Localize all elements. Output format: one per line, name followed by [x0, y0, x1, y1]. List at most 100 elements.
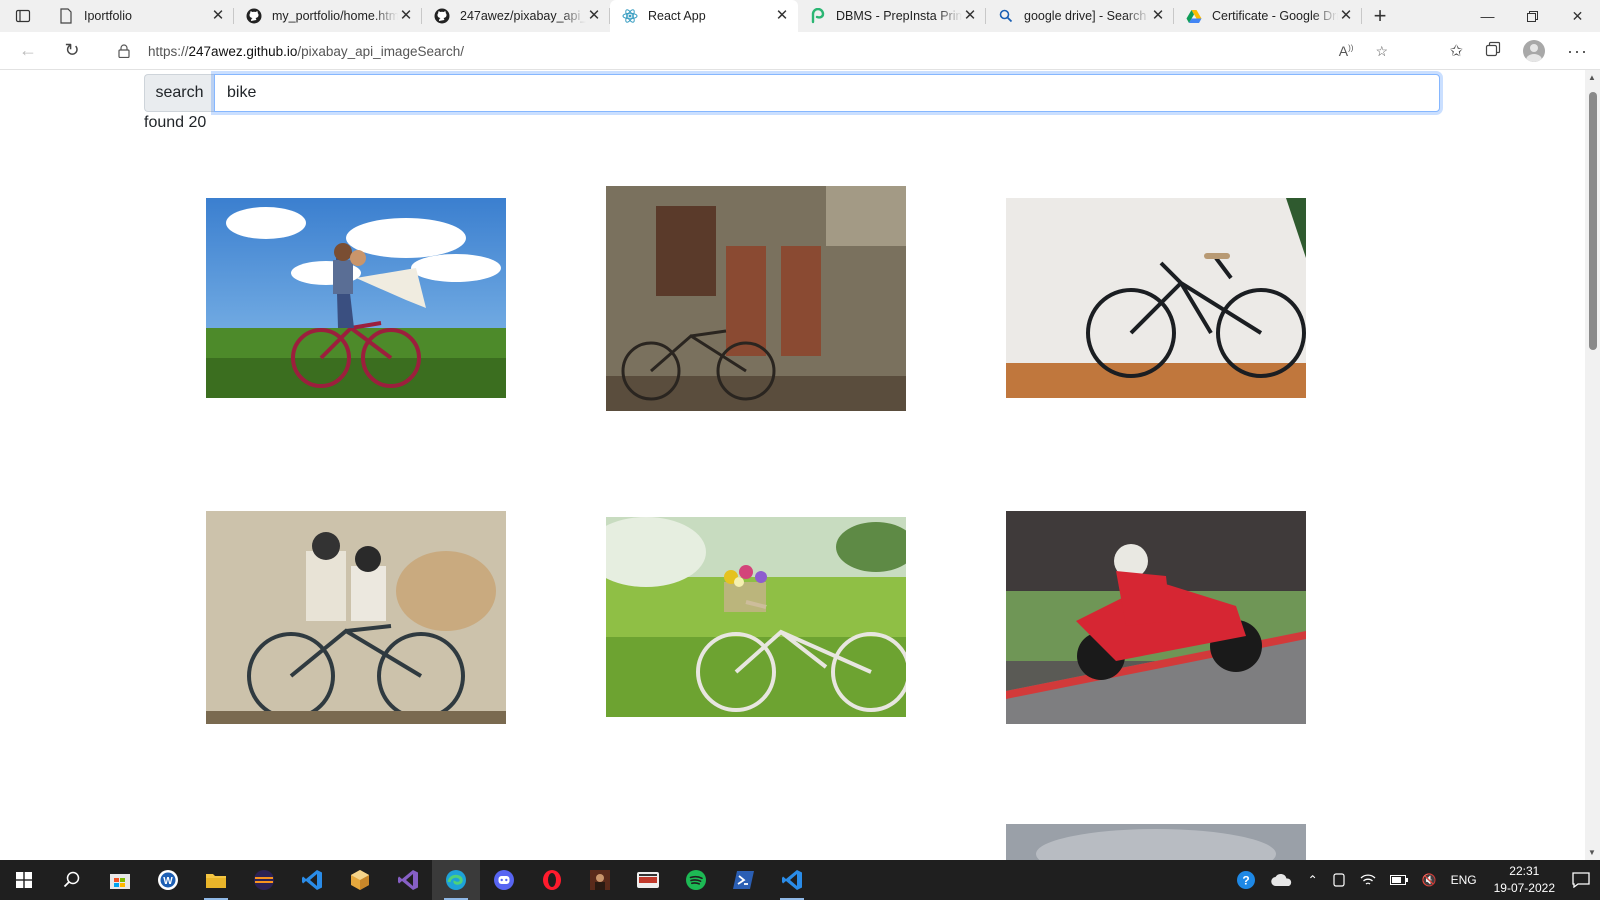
profile-avatar[interactable]: [1523, 40, 1546, 62]
tab-actions-button[interactable]: [0, 0, 46, 32]
tab-github-repo[interactable]: 247awez/pixabay_api_imageSearch ✕: [422, 0, 610, 32]
language-indicator[interactable]: ENG: [1444, 873, 1484, 887]
close-window-button[interactable]: ✕: [1555, 0, 1600, 32]
close-tab-icon[interactable]: ✕: [1150, 8, 1166, 24]
eclipse-icon[interactable]: [240, 860, 288, 900]
volume-muted-icon[interactable]: 🔇: [1415, 873, 1444, 887]
search-group: search: [144, 74, 1440, 112]
tab-title: Iportfolio: [84, 9, 132, 23]
address-bar[interactable]: https://247awez.github.io/pixabay_api_im…: [100, 36, 1398, 66]
tab-search[interactable]: google drive] - Search ✕: [986, 0, 1174, 32]
tab-title: 247awez/pixabay_api_imageSearch: [460, 9, 586, 23]
url-scheme: https://: [148, 43, 189, 59]
vscode-icon[interactable]: [768, 860, 816, 900]
clock-date: 19-07-2022: [1493, 881, 1555, 895]
file-explorer-icon[interactable]: [192, 860, 240, 900]
clock-time: 22:31: [1509, 864, 1540, 878]
search-icon[interactable]: [48, 860, 96, 900]
github-icon: [434, 8, 450, 24]
page-viewport: search found 20: [0, 70, 1585, 860]
minimize-button[interactable]: —: [1465, 0, 1510, 32]
chevron-up-icon[interactable]: ⌃: [1301, 873, 1325, 887]
new-tab-button[interactable]: +: [1362, 0, 1398, 32]
back-arrow-icon: ←: [19, 40, 37, 60]
photo-app-icon[interactable]: [576, 860, 624, 900]
tab-google-drive[interactable]: Certificate - Google Drive ✕: [1174, 0, 1362, 32]
more-options-icon[interactable]: ···: [1567, 41, 1588, 62]
tab-title: my_portfolio/home.html: [272, 9, 398, 23]
notifications-icon[interactable]: [1565, 872, 1600, 888]
search-input[interactable]: [214, 74, 1440, 112]
battery-icon[interactable]: [1383, 875, 1415, 885]
edge-icon[interactable]: [432, 860, 480, 900]
store-icon[interactable]: [96, 860, 144, 900]
close-tab-icon[interactable]: ✕: [1338, 8, 1354, 24]
page-icon: [58, 8, 74, 24]
url-host: 247awez.github.io: [188, 43, 298, 59]
lock-icon: [112, 44, 136, 58]
close-tab-icon[interactable]: ✕: [586, 8, 602, 24]
tab-github-portfolio[interactable]: my_portfolio/home.html ✕: [234, 0, 422, 32]
taskbar: W ? ⌃ 🔇 ENG 22:31 19-07-2022: [0, 860, 1600, 900]
media-app-icon[interactable]: [624, 860, 672, 900]
window-controls: — ✕: [1465, 0, 1600, 32]
close-icon: ✕: [1571, 7, 1584, 24]
discord-icon[interactable]: [480, 860, 528, 900]
meet-now-icon[interactable]: [1325, 873, 1353, 887]
close-tab-icon[interactable]: ✕: [398, 8, 414, 24]
result-image[interactable]: [206, 198, 506, 398]
tab-iportfolio[interactable]: Iportfolio ✕: [46, 0, 234, 32]
github-icon: [246, 8, 262, 24]
plus-icon: +: [1373, 3, 1387, 28]
google-drive-icon: [1186, 8, 1202, 24]
refresh-icon: ↻: [64, 40, 80, 60]
scrollbar-thumb[interactable]: [1589, 92, 1597, 350]
browser-toolbar: ← ↻ https://247awez.github.io/pixabay_ap…: [0, 32, 1600, 70]
read-aloud-icon[interactable]: A)): [1339, 43, 1354, 60]
result-image[interactable]: [1006, 511, 1306, 724]
tab-title: Certificate - Google Drive: [1212, 9, 1338, 23]
page-scrollbar[interactable]: ▲ ▼: [1585, 70, 1600, 860]
visual-studio-icon[interactable]: [384, 860, 432, 900]
svg-text:W: W: [163, 876, 173, 887]
windows-start-icon[interactable]: [0, 860, 48, 900]
svg-text:?: ?: [1242, 874, 1249, 888]
clock[interactable]: 22:31 19-07-2022: [1484, 863, 1565, 897]
close-tab-icon[interactable]: ✕: [962, 8, 978, 24]
result-image[interactable]: [206, 511, 506, 724]
result-image[interactable]: [1006, 198, 1306, 398]
tab-title: google drive] - Search: [1024, 9, 1147, 23]
back-button[interactable]: ←: [6, 32, 50, 70]
collections-icon[interactable]: [1485, 41, 1501, 62]
tab-title: DBMS - PrepInsta Prime: [836, 9, 962, 23]
spotify-icon[interactable]: [672, 860, 720, 900]
search-label: search: [144, 74, 214, 112]
result-image[interactable]: [606, 517, 906, 717]
cube-app-icon[interactable]: [336, 860, 384, 900]
refresh-button[interactable]: ↻: [50, 32, 94, 70]
close-tab-icon[interactable]: ✕: [210, 8, 226, 24]
word-icon[interactable]: W: [144, 860, 192, 900]
url-path: /pixabay_api_imageSearch/: [297, 43, 464, 59]
close-tab-icon[interactable]: ✕: [774, 8, 790, 24]
wifi-icon[interactable]: [1353, 873, 1383, 887]
scroll-down-icon[interactable]: ▼: [1588, 848, 1596, 857]
help-icon[interactable]: ?: [1229, 870, 1263, 890]
result-image[interactable]: [1006, 824, 1306, 860]
tab-react-app[interactable]: React App ✕: [610, 0, 798, 32]
powershell-icon[interactable]: [720, 860, 768, 900]
vscode-icon[interactable]: [288, 860, 336, 900]
onedrive-icon[interactable]: [1263, 873, 1301, 887]
result-image[interactable]: [606, 186, 906, 411]
browser-tab-strip: Iportfolio ✕ my_portfolio/home.html ✕ 24…: [0, 0, 1600, 32]
restore-icon: [1527, 10, 1538, 22]
restore-button[interactable]: [1510, 0, 1555, 32]
react-icon: [622, 8, 638, 24]
scroll-up-icon[interactable]: ▲: [1588, 73, 1596, 82]
opera-icon[interactable]: [528, 860, 576, 900]
search-icon: [998, 8, 1014, 24]
prepinsta-icon: [810, 8, 826, 24]
tab-prepinsta[interactable]: DBMS - PrepInsta Prime ✕: [798, 0, 986, 32]
favorites-icon[interactable]: ✩: [1450, 41, 1463, 61]
add-favorite-icon[interactable]: ☆: [1375, 43, 1388, 60]
